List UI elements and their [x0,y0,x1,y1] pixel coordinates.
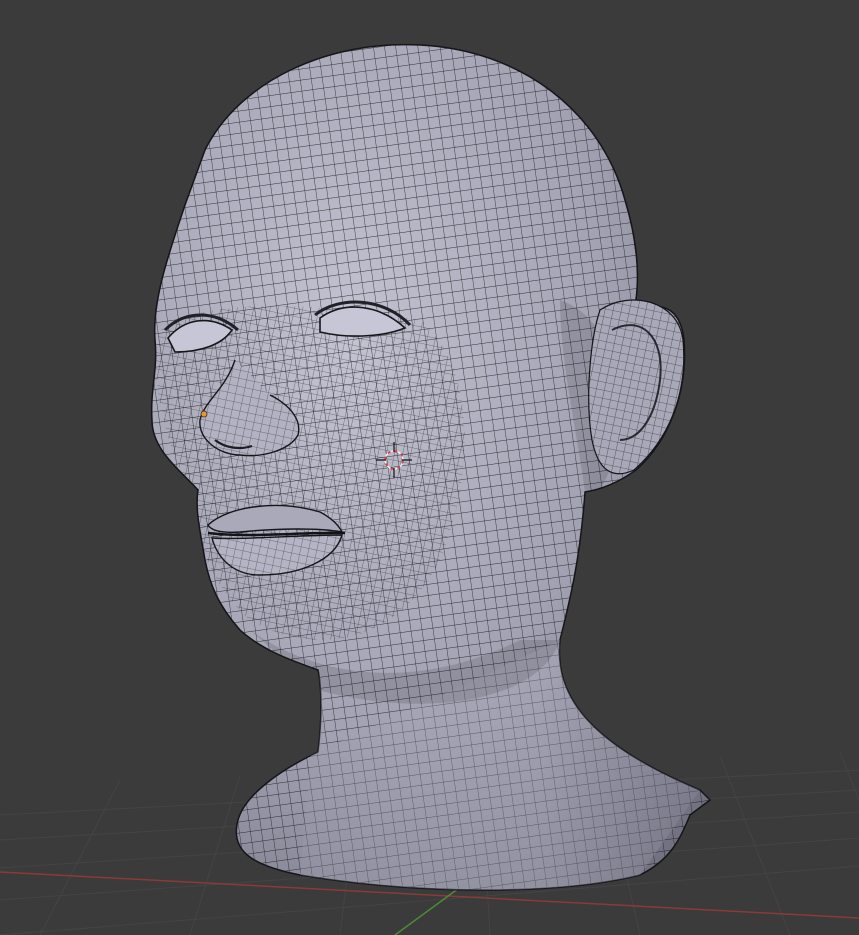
object-origin-dot[interactable] [200,410,208,418]
viewport-canvas[interactable] [0,0,859,935]
ear [588,299,685,475]
3d-viewport[interactable] [0,0,859,935]
